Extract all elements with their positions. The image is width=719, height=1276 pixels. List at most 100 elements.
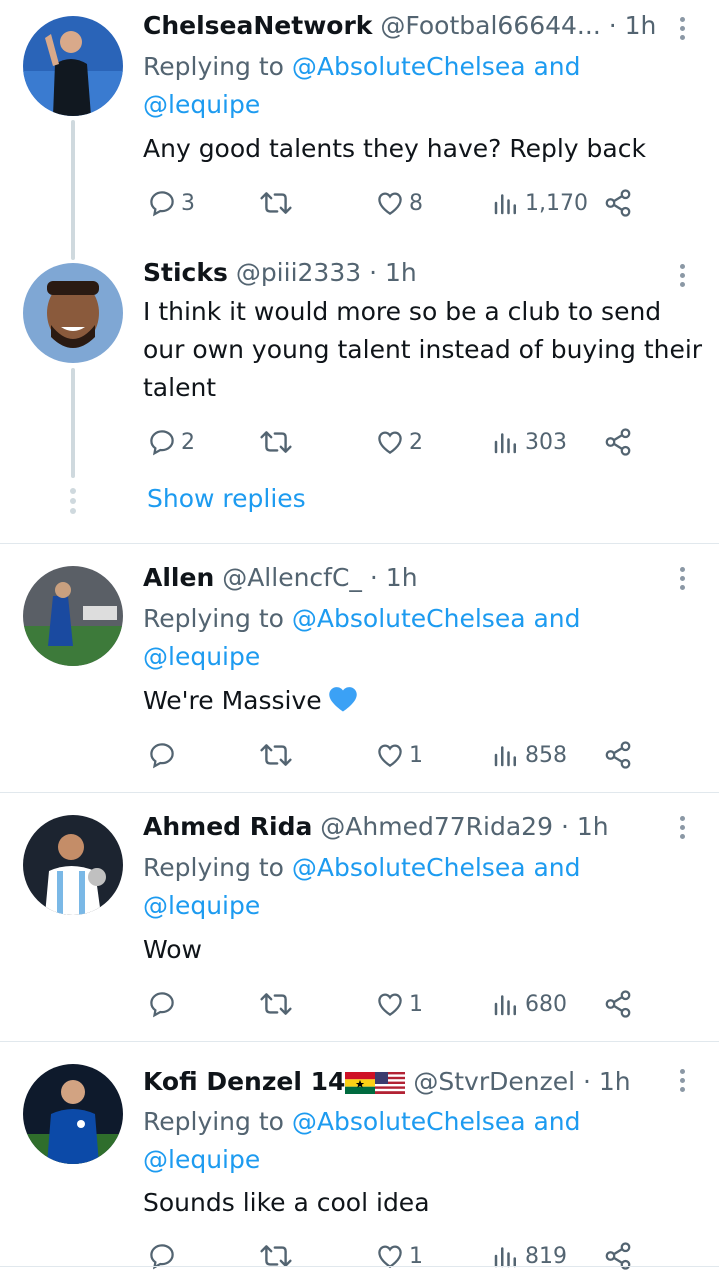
display-name[interactable]: Sticks [143,258,228,287]
like-button[interactable]: 1 [375,986,423,1022]
retweet-icon [260,431,292,453]
display-name[interactable]: Allen [143,563,214,592]
user-handle[interactable]: @piii2333 [236,258,361,287]
tweet-allen[interactable]: Allen @AllencfC_ · 1h Replying to @Absol… [0,544,719,792]
like-button[interactable]: 1 [375,1238,423,1274]
views-button[interactable]: 1,170 [491,185,588,221]
separator: · [608,11,617,40]
display-name[interactable]: Ahmed Rida [143,812,312,841]
mention-link[interactable]: @AbsoluteChelsea and [292,52,581,81]
retweet-button[interactable] [258,1238,298,1274]
view-count: 303 [525,429,567,455]
more-icon[interactable] [672,564,692,594]
share-icon [605,428,631,456]
separator: · [583,1067,591,1096]
avatar[interactable] [23,1064,123,1164]
views-button[interactable]: 819 [491,1238,567,1274]
views-icon [494,995,516,1016]
retweet-button[interactable] [258,185,298,221]
user-handle[interactable]: @StvrDenzel [413,1067,575,1096]
mention-link[interactable]: @AbsoluteChelsea and [292,604,581,633]
share-button[interactable] [603,986,633,1022]
us-flag-emoji [375,1070,406,1102]
tweet-ahmed-rida[interactable]: Ahmed Rida @Ahmed77Rida29 · 1h Replying … [0,793,719,1041]
views-icon [494,746,516,767]
tweet-header: Kofi Denzel 14 @StvrDenzel · 1h [143,1066,631,1102]
more-icon[interactable] [672,813,692,843]
timestamp[interactable]: 1h [625,11,657,40]
timestamp[interactable]: 1h [385,258,417,287]
tweet-text: Wow [143,935,202,964]
like-count: 8 [409,190,423,216]
avatar[interactable] [23,16,123,116]
views-button[interactable]: 680 [491,986,567,1022]
mention-link[interactable]: @AbsoluteChelsea and [292,853,581,882]
avatar[interactable] [23,566,123,666]
like-button[interactable]: 8 [375,185,423,221]
more-icon[interactable] [672,1066,692,1096]
replying-to-label: Replying to [143,52,284,81]
separator: · [369,258,378,287]
display-name[interactable]: ChelseaNetwork [143,11,372,40]
like-count: 1 [409,991,423,1017]
share-button[interactable] [603,737,633,773]
avatar[interactable] [23,263,123,363]
replying-to: Replying to @AbsoluteChelsea and [143,51,581,83]
show-replies-link[interactable]: Show replies [147,483,306,515]
views-icon [494,433,516,454]
user-handle[interactable]: @AllencfC_ [222,563,362,592]
share-button[interactable] [603,1238,633,1274]
reply-button[interactable]: 2 [147,424,195,460]
retweet-icon [260,192,292,214]
reply-button[interactable]: 3 [147,185,195,221]
retweet-button[interactable] [258,737,298,773]
mention-link[interactable]: @lequipe [143,1144,260,1176]
tweet-chelseanetwork[interactable]: ChelseaNetwork @Footbal66644... · 1h Rep… [0,0,719,260]
tweet-sticks[interactable]: Sticks @piii2333 · 1h I think it would m… [0,250,719,543]
reply-button[interactable] [147,737,181,773]
retweet-icon [260,744,292,766]
more-icon[interactable] [672,261,692,291]
like-count: 2 [409,429,423,455]
mention-link[interactable]: @AbsoluteChelsea and [292,1107,581,1136]
reply-icon [150,430,174,456]
more-icon[interactable] [672,14,692,44]
replying-to-label: Replying to [143,604,284,633]
replying-to-label: Replying to [143,1107,284,1136]
separator: · [369,563,378,592]
thread-line [71,368,75,478]
user-handle[interactable]: @Footbal66644... [380,11,600,40]
timestamp[interactable]: 1h [386,563,418,592]
mention-link[interactable]: @lequipe [143,890,260,922]
timestamp[interactable]: 1h [577,812,609,841]
tweet-text: I think it would more so be a club to se… [143,297,662,326]
user-handle[interactable]: @Ahmed77Rida29 [320,812,553,841]
views-button[interactable]: 858 [491,737,567,773]
tweet-header: Allen @AllencfC_ · 1h [143,562,418,594]
views-button[interactable]: 303 [491,424,567,460]
tweet-kofi-denzel[interactable]: Kofi Denzel 14 @StvrDenzel · 1h Replying… [0,1042,719,1276]
share-button[interactable] [603,185,633,221]
retweet-button[interactable] [258,986,298,1022]
display-name[interactable]: Kofi Denzel 14 [143,1067,345,1096]
like-count: 1 [409,1243,423,1269]
views-icon [494,194,516,215]
replying-to: Replying to @AbsoluteChelsea and [143,603,581,635]
replying-to-label: Replying to [143,853,284,882]
retweet-button[interactable] [258,424,298,460]
like-button[interactable]: 1 [375,737,423,773]
share-button[interactable] [603,424,633,460]
replying-to: Replying to @AbsoluteChelsea and [143,852,581,884]
tweet-actions: 1 858 [143,737,643,773]
mention-link[interactable]: @lequipe [143,89,260,121]
mention-link[interactable]: @lequipe [143,641,260,673]
share-icon [605,990,631,1018]
reply-button[interactable] [147,1238,181,1274]
tweet-header: ChelseaNetwork @Footbal66644... · 1h [143,10,656,42]
timestamp[interactable]: 1h [599,1067,631,1096]
like-button[interactable]: 2 [375,424,423,460]
view-count: 819 [525,1243,567,1269]
divider [0,1266,719,1267]
reply-button[interactable] [147,986,181,1022]
avatar[interactable] [23,815,123,915]
